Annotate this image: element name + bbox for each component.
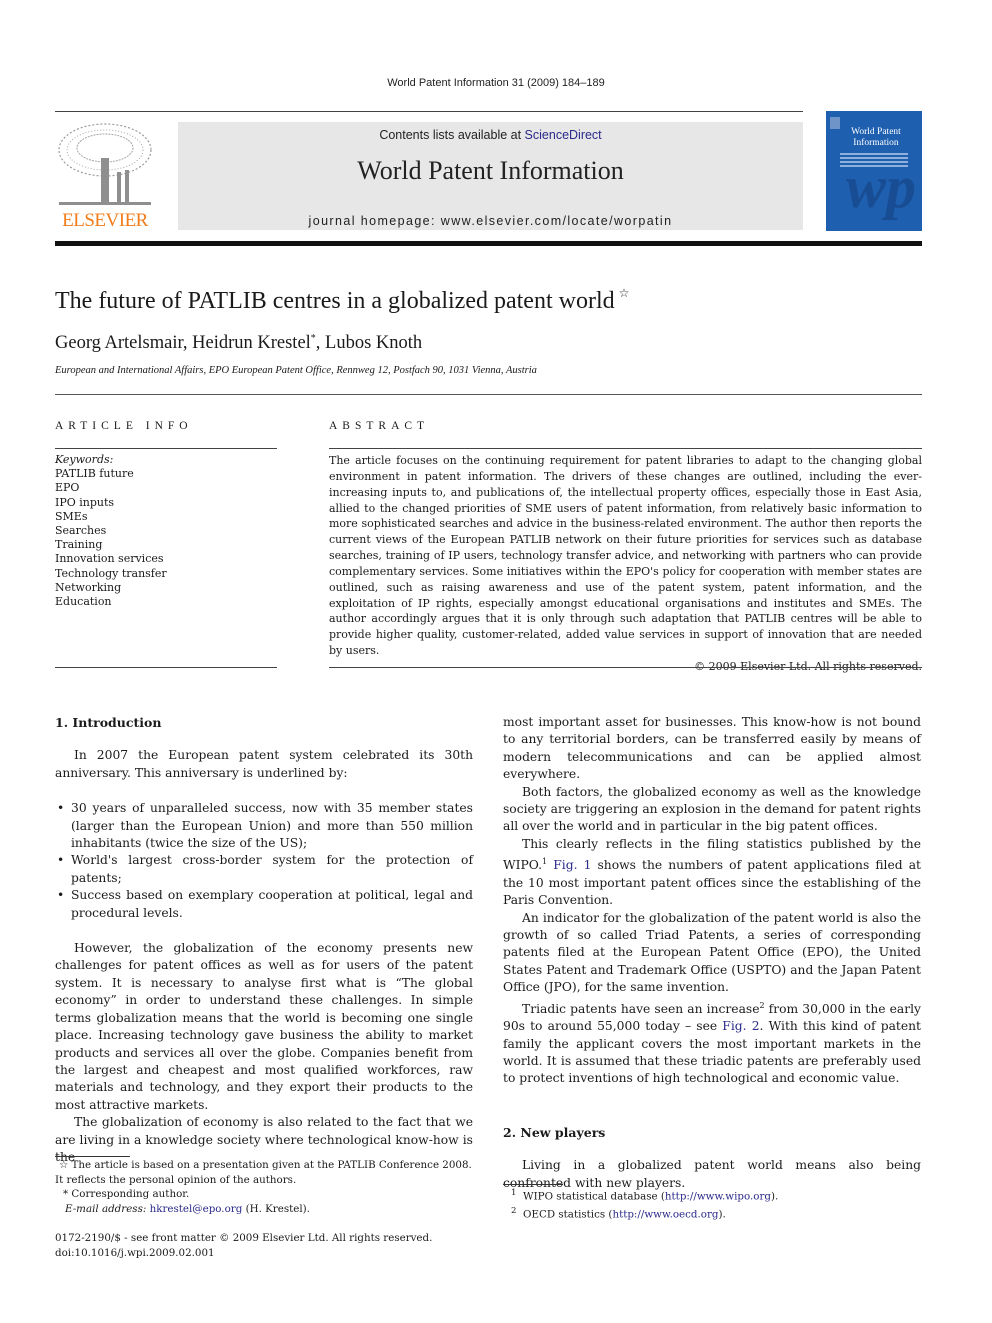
footnote-text: ). xyxy=(718,1208,726,1221)
keyword: PATLIB future xyxy=(55,467,134,481)
bullet-item: • Success based on exemplary cooperation … xyxy=(55,887,473,922)
bullet-icon: • xyxy=(57,801,65,816)
publisher-logo[interactable]: ELSEVIER xyxy=(55,122,155,232)
cover-title: World Patent Information xyxy=(851,127,901,148)
paragraph: Both factors, the globalized economy as … xyxy=(503,784,921,834)
email-suffix: (H. Krestel). xyxy=(242,1202,310,1215)
article-title-text: The future of PATLIB centres in a global… xyxy=(55,288,615,314)
author: Georg Artelsmair, xyxy=(55,333,193,354)
abstract-paragraph: The article focuses on the continuing re… xyxy=(329,454,922,658)
footnote-number: 1 xyxy=(511,1188,517,1198)
footnote: 2 OECD statistics (http://www.oecd.org). xyxy=(503,1204,778,1222)
keywords-label: Keywords: xyxy=(55,453,114,466)
publisher-logo-text: ELSEVIER xyxy=(62,210,148,231)
footnote-text: ). xyxy=(771,1190,779,1203)
sciencedirect-link[interactable]: ScienceDirect xyxy=(525,128,602,142)
keyword: IPO inputs xyxy=(55,495,115,509)
footnote-text: The article is based on a presentation g… xyxy=(55,1159,472,1186)
author: , Lubos Knoth xyxy=(315,333,423,354)
abstract-heading: ABSTRACT xyxy=(329,420,430,432)
bullet-item: • World's largest cross-border system for… xyxy=(55,852,473,887)
keyword: Education xyxy=(55,595,112,609)
footnote: 1 WIPO statistical database (http://www.… xyxy=(503,1186,778,1204)
footnote-link[interactable]: http://www.wipo.org xyxy=(665,1190,771,1202)
paragraph: However, the globalization of the econom… xyxy=(55,941,473,1112)
journal-name: World Patent Information xyxy=(357,156,624,185)
paragraph: This clearly reflects in the filing stat… xyxy=(503,836,921,910)
figure-link[interactable]: Fig. 2 xyxy=(722,1019,759,1033)
tree-icon xyxy=(58,123,152,205)
section-heading: 2. New players xyxy=(503,1124,606,1140)
divider xyxy=(329,667,922,668)
keyword: Searches xyxy=(55,524,107,538)
bullet-item: • 30 years of unparalleled success, now w… xyxy=(55,800,473,852)
author-list: Georg Artelsmair, Heidrun Krestel*, Lubo… xyxy=(55,333,422,354)
keyword: EPO xyxy=(55,481,80,495)
keywords-list: Keywords: PATLIB future EPO IPO inputs S… xyxy=(55,453,277,609)
paragraph: most important asset for businesses. Thi… xyxy=(503,715,921,782)
bullet-list: • 30 years of unparalleled success, now w… xyxy=(55,800,473,922)
keyword: Training xyxy=(55,538,103,552)
footnote-text: Corresponding author. xyxy=(68,1188,190,1201)
figure-link[interactable]: Fig. 1 xyxy=(553,858,591,872)
paragraph-text: Triadic patents have seen an increase xyxy=(522,1001,760,1016)
cover-monogram: wp xyxy=(846,154,917,220)
article-title: The future of PATLIB centres in a global… xyxy=(55,286,630,315)
footnote-ref[interactable]: 1 xyxy=(542,857,547,866)
paragraph: An indicator for the globalization of th… xyxy=(503,910,921,995)
bullet-icon: • xyxy=(57,888,65,903)
footnote-number: 2 xyxy=(511,1206,517,1217)
issn-line: 0172-2190/$ - see front matter © 2009 El… xyxy=(55,1232,433,1244)
doi[interactable]: doi:10.1016/j.wpi.2009.02.001 xyxy=(55,1246,432,1261)
journal-cover-thumbnail[interactable]: World Patent Information wp xyxy=(826,111,922,231)
divider xyxy=(55,667,277,668)
section-heading: 1. Introduction xyxy=(55,715,162,730)
bullet-icon: • xyxy=(57,853,65,868)
divider xyxy=(55,448,277,449)
email-link[interactable]: hkrestel@epo.org xyxy=(150,1203,243,1215)
journal-homepage[interactable]: journal homepage: www.elsevier.com/locat… xyxy=(178,214,803,228)
footnote-text: WIPO statistical database ( xyxy=(523,1190,665,1203)
email-line: E-mail address: hkrestel@epo.org (H. Kre… xyxy=(55,1202,473,1217)
header-divider xyxy=(55,241,922,246)
bullet-text: Success based on exemplary cooperation a… xyxy=(71,888,473,920)
divider xyxy=(55,394,922,395)
bullet-text: World's largest cross-border system for … xyxy=(71,853,473,885)
title-footnote-marker[interactable]: ☆ xyxy=(619,286,630,300)
abstract-body: The article focuses on the continuing re… xyxy=(329,453,922,675)
footnote-divider xyxy=(503,1184,563,1185)
contents-line: Contents lists available at ScienceDirec… xyxy=(178,128,803,142)
footnote: * Corresponding author. xyxy=(55,1187,473,1202)
author: Heidrun Krestel xyxy=(192,333,311,354)
affiliation: European and International Affairs, EPO … xyxy=(55,365,537,376)
keyword: Innovation services xyxy=(55,552,164,566)
footnote-link[interactable]: http://www.oecd.org xyxy=(612,1208,718,1220)
paragraph: Triadic patents have seen an increase2 f… xyxy=(503,997,921,1088)
divider xyxy=(329,448,922,449)
running-head: World Patent Information 31 (2009) 184–1… xyxy=(387,77,605,89)
journal-masthead: Contents lists available at ScienceDirec… xyxy=(178,122,803,230)
footnote-text: OECD statistics ( xyxy=(523,1208,613,1221)
footnote-marker: ☆ xyxy=(59,1159,69,1171)
body-column-left: 1. Introduction In 2007 the European pat… xyxy=(55,714,473,1166)
keyword: SMEs xyxy=(55,509,88,523)
divider xyxy=(55,111,803,112)
body-column-right: most important asset for businesses. Thi… xyxy=(503,714,921,1192)
keyword: Technology transfer xyxy=(55,566,167,580)
bullet-text: 30 years of unparalleled success, now wi… xyxy=(71,801,473,851)
footnote: ☆ The article is based on a presentation… xyxy=(55,1158,473,1187)
footnotes: ☆ The article is based on a presentation… xyxy=(55,1158,473,1216)
contents-prefix: Contents lists available at xyxy=(379,128,525,142)
front-matter: 0172-2190/$ - see front matter © 2009 El… xyxy=(55,1231,432,1260)
email-label: E-mail address: xyxy=(65,1202,150,1215)
article-info-heading: ARTICLE INFO xyxy=(55,420,193,432)
keyword: Networking xyxy=(55,580,122,594)
footnotes: 1 WIPO statistical database (http://www.… xyxy=(503,1186,778,1222)
footnote-divider xyxy=(55,1156,130,1157)
paragraph: In 2007 the European patent system celeb… xyxy=(55,748,473,780)
